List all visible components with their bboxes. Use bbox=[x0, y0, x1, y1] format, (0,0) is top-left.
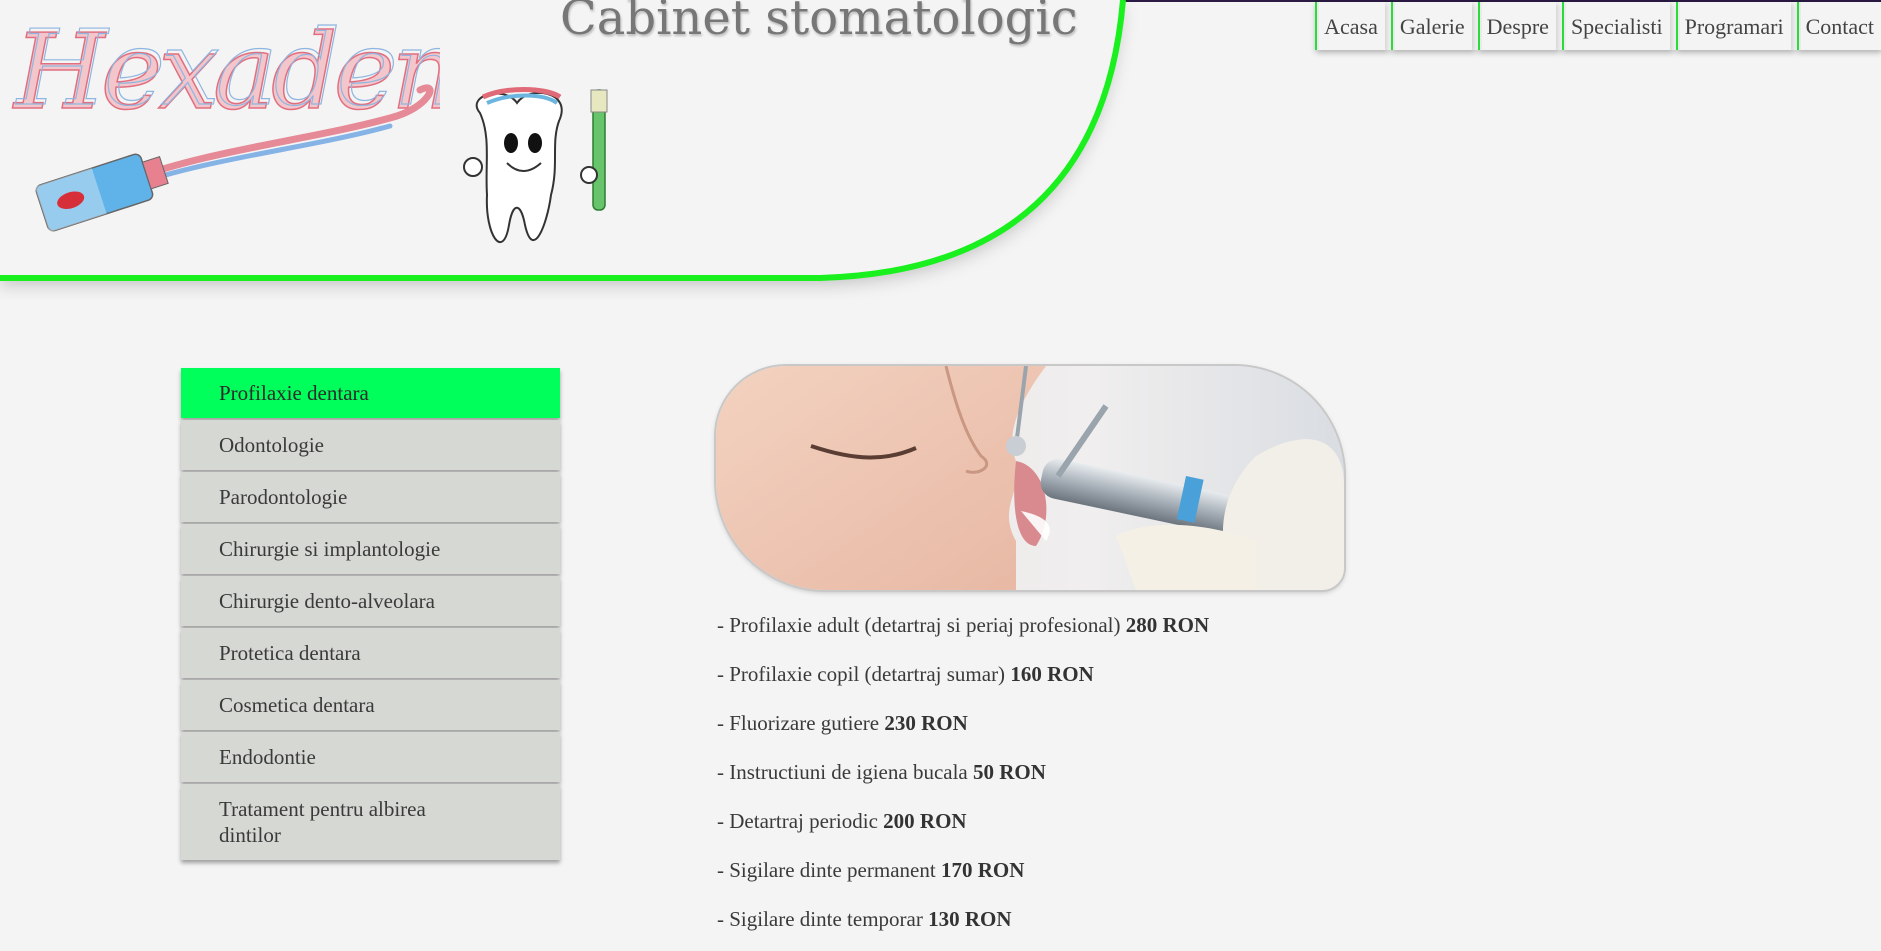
service-price: 160 RON bbox=[1010, 662, 1094, 686]
menu-item-parodontologie[interactable]: Parodontologie bbox=[181, 472, 560, 522]
price-item: - Sigilare dinte permanent 170 RON bbox=[717, 857, 1417, 906]
nav-despre[interactable]: Despre bbox=[1477, 2, 1556, 50]
service-price: 130 RON bbox=[928, 907, 1012, 931]
nav-contact[interactable]: Contact bbox=[1796, 2, 1881, 50]
service-name: - Instructiuni de igiena bucala bbox=[717, 760, 973, 784]
nav-programari[interactable]: Programari bbox=[1675, 2, 1791, 50]
service-name: - Sigilare dinte permanent bbox=[717, 858, 941, 882]
dental-treatment-image bbox=[716, 366, 1344, 590]
menu-item-protetica-dentara[interactable]: Protetica dentara bbox=[181, 628, 560, 678]
nav-specialisti[interactable]: Specialisti bbox=[1561, 2, 1670, 50]
nav-galerie[interactable]: Galerie bbox=[1390, 2, 1472, 50]
service-price: 50 RON bbox=[973, 760, 1046, 784]
service-name: - Fluorizare gutiere bbox=[717, 711, 885, 735]
service-price: 170 RON bbox=[940, 858, 1025, 882]
page: Hexadent Hexadent Cabinet stomatologic A… bbox=[0, 0, 1881, 951]
site-title: Cabinet stomatologic bbox=[560, 0, 1078, 46]
price-item: - Detartraj periodic 200 RON bbox=[717, 808, 1417, 857]
menu-item-chirurgie-implantologie[interactable]: Chirurgie si implantologie bbox=[181, 524, 560, 574]
price-list: - Profilaxie adult (detartraj si periaj … bbox=[717, 612, 1417, 951]
price-item: - Profilaxie adult (detartraj si periaj … bbox=[717, 612, 1417, 661]
service-price: 230 RON bbox=[884, 711, 968, 735]
service-price: 200 RON bbox=[883, 809, 967, 833]
menu-item-chirurgie-dento-alveolara[interactable]: Chirurgie dento-alveolara bbox=[181, 576, 560, 626]
price-item: - Sigilare dinte temporar 130 RON bbox=[717, 906, 1417, 951]
service-name: - Profilaxie adult (detartraj si periaj … bbox=[717, 613, 1126, 637]
service-name: - Detartraj periodic bbox=[717, 809, 884, 833]
menu-item-profilaxie-dentara[interactable]: Profilaxie dentara bbox=[181, 368, 560, 418]
menu-item-endodontie[interactable]: Endodontie bbox=[181, 732, 560, 782]
price-item: - Profilaxie copil (detartraj sumar) 160… bbox=[717, 661, 1417, 710]
menu-item-albirea-dintilor[interactable]: Tratament pentru albirea dintilor bbox=[181, 784, 560, 860]
nav-acasa[interactable]: Acasa bbox=[1315, 2, 1385, 50]
top-navigation: Acasa Galerie Despre Specialisti Program… bbox=[1315, 2, 1881, 50]
svg-text:Hexadent: Hexadent bbox=[15, 7, 440, 129]
tooth-mascot bbox=[463, 87, 608, 243]
service-name: - Sigilare dinte temporar bbox=[717, 907, 929, 931]
hexadent-logo[interactable]: Hexadent Hexadent bbox=[10, 0, 440, 240]
menu-item-odontologie[interactable]: Odontologie bbox=[181, 420, 560, 470]
price-item: - Fluorizare gutiere 230 RON bbox=[717, 710, 1417, 759]
menu-item-cosmetica-dentara[interactable]: Cosmetica dentara bbox=[181, 680, 560, 730]
price-item: - Instructiuni de igiena bucala 50 RON bbox=[717, 759, 1417, 808]
service-price: 280 RON bbox=[1125, 613, 1210, 637]
service-name: - Profilaxie copil (detartraj sumar) bbox=[717, 662, 1011, 686]
services-menu: Profilaxie dentara Odontologie Parodonto… bbox=[181, 368, 560, 862]
